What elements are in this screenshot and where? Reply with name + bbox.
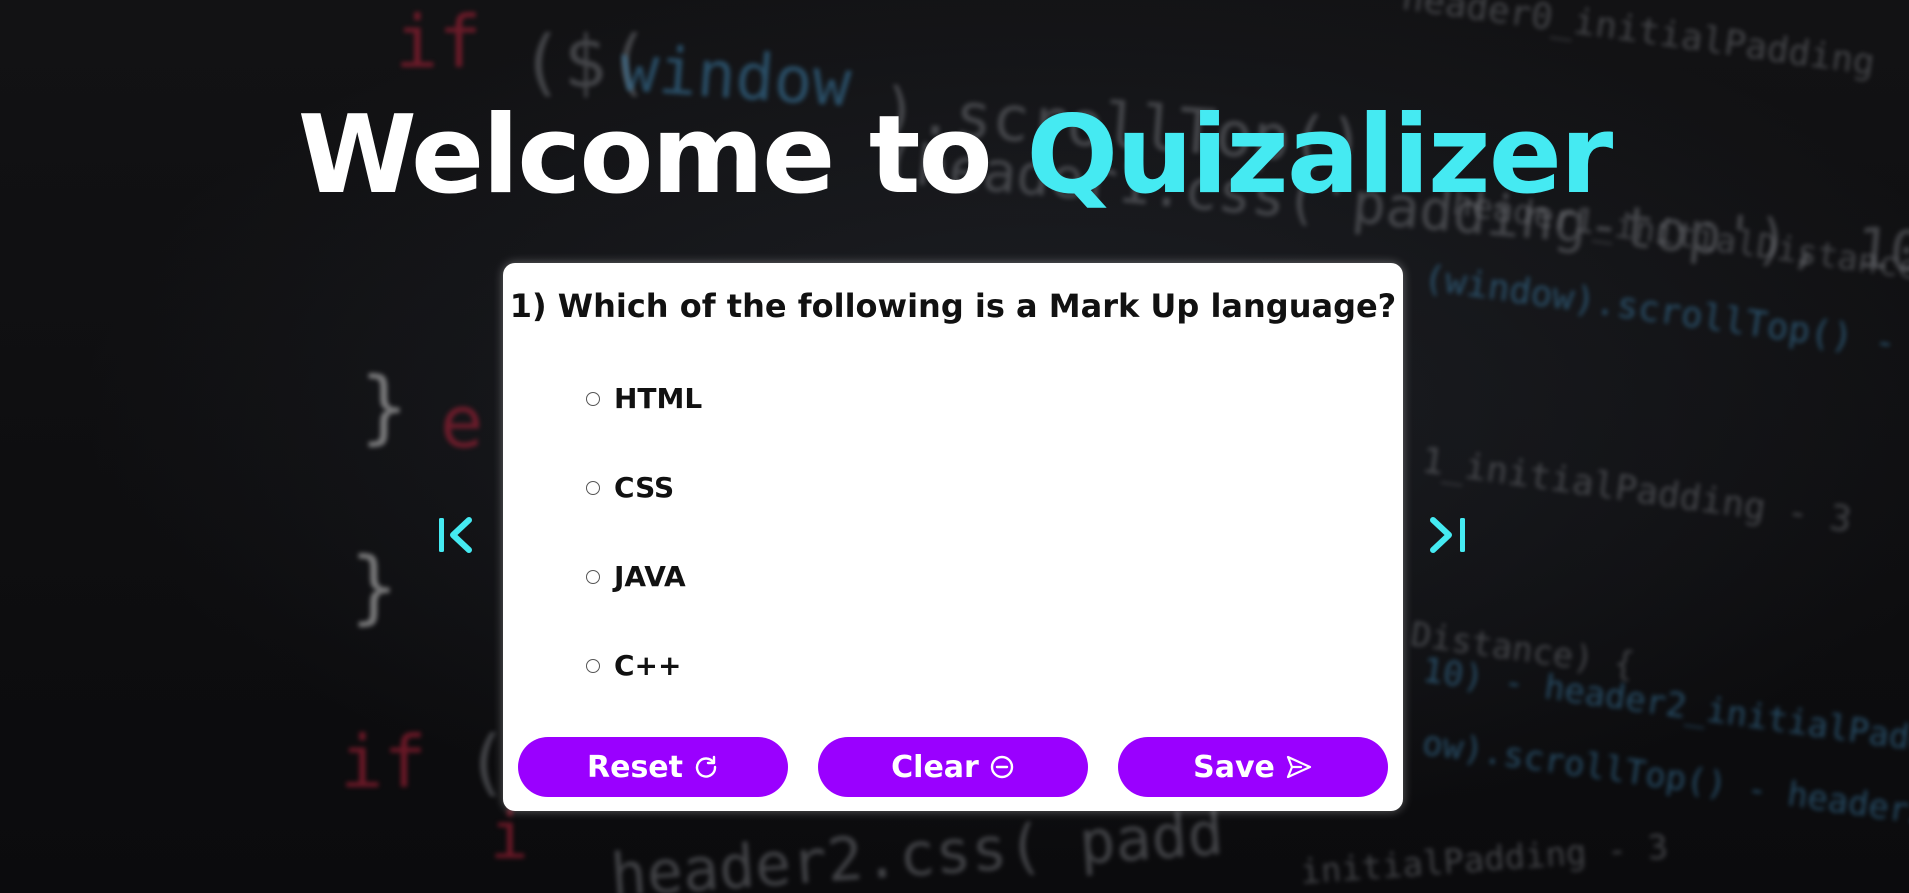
option-java[interactable]: JAVA — [586, 560, 686, 593]
bg-code-line: (window).scrollTop() - header1_init — [1420, 257, 1909, 403]
first-page-icon — [439, 517, 472, 553]
option-cpp[interactable]: C++ — [586, 649, 681, 682]
bg-code-line: initialPadding - 3 — [1299, 827, 1670, 893]
last-page-icon — [1430, 517, 1465, 553]
title-brand: Quizalizer — [1026, 93, 1613, 218]
bg-code-line: } — [360, 360, 409, 453]
option-label: CSS — [614, 471, 675, 504]
save-button[interactable]: Save — [1118, 737, 1388, 797]
bg-code-line: } — [350, 540, 399, 633]
reset-button-label: Reset — [587, 749, 683, 785]
bg-code-line: e — [440, 380, 484, 464]
send-icon — [1286, 755, 1311, 779]
option-label: C++ — [614, 649, 682, 682]
quiz-card: 1) Which of the following is a Mark Up l… — [503, 263, 1403, 811]
option-radio[interactable] — [586, 658, 600, 673]
option-radio[interactable] — [586, 391, 600, 406]
bg-code-line: 1_initialPadding - 3 — [1419, 440, 1855, 541]
next-question-button[interactable] — [1425, 512, 1471, 558]
option-html[interactable]: HTML — [586, 382, 702, 415]
bg-code-line: i — [490, 800, 529, 874]
option-css[interactable]: CSS — [586, 471, 674, 504]
clear-button-label: Clear — [891, 749, 979, 785]
title-prefix: Welcome to — [297, 93, 993, 218]
option-label: HTML — [614, 382, 703, 415]
option-radio[interactable] — [586, 480, 600, 495]
clear-button[interactable]: Clear — [818, 737, 1088, 797]
bg-code-line: header2.css( padd — [608, 798, 1226, 893]
option-label: JAVA — [614, 560, 686, 593]
bg-code-line: ( — [465, 720, 509, 804]
question-text: 1) Which of the following is a Mark Up l… — [509, 287, 1397, 325]
save-button-label: Save — [1193, 749, 1275, 785]
refresh-icon — [695, 755, 717, 778]
minus-circle-icon — [990, 755, 1014, 779]
reset-button[interactable]: Reset — [518, 737, 788, 797]
bg-code-line: header0_initialPadding — [1399, 0, 1878, 84]
bg-code-line: if — [395, 0, 482, 84]
page-title: Welcome to Quizalizer — [0, 102, 1909, 210]
previous-question-button[interactable] — [435, 512, 481, 558]
bg-code-line: if — [340, 720, 427, 804]
option-radio[interactable] — [586, 569, 600, 584]
